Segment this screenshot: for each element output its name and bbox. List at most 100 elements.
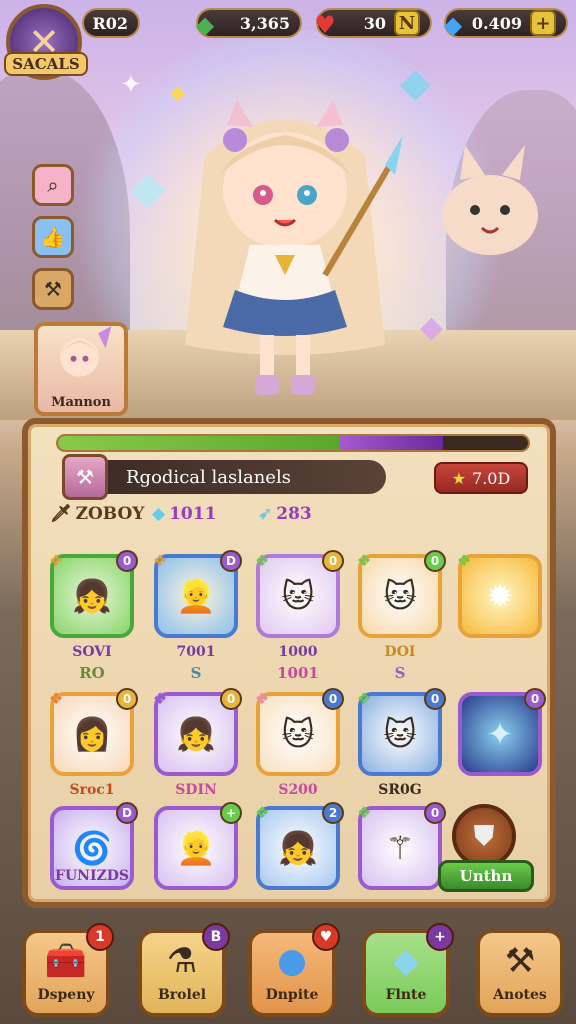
card-level-badge: D — [116, 802, 138, 824]
game-logo-text: SACALS — [4, 52, 88, 76]
currency-value: 3,365 — [239, 13, 290, 33]
card-label: SR0G — [378, 782, 422, 798]
chest-icon: 🧰 — [44, 941, 88, 981]
crystal-shard-icon: ◆ — [130, 160, 166, 214]
energy-burst-icon: ✹ — [486, 577, 514, 615]
staff-icon: ⚚ — [385, 829, 415, 867]
nav-label: Dnpite — [265, 987, 319, 1003]
stat-value: 1011 — [169, 504, 217, 524]
leaf-tag-icon: ❖ — [254, 688, 270, 708]
character-card[interactable]: ❖ 🐱 0 — [357, 688, 446, 776]
potion-icon: ⚗ — [166, 941, 198, 981]
nav-button-crystal[interactable]: ◆ Flnte + — [362, 923, 454, 1017]
nav-label: Anotes — [493, 987, 547, 1003]
thumbs-up-icon: 👍 — [40, 225, 66, 249]
card-label: 7001 — [176, 644, 216, 660]
card-level-badge: 0 — [424, 550, 446, 572]
card-level-badge: 0 — [524, 688, 546, 710]
like-button[interactable]: 👍 — [32, 216, 74, 258]
level-indicator: R02 — [82, 8, 140, 38]
card-label: DOI — [384, 644, 416, 660]
card-level-badge: 0 — [322, 688, 344, 710]
add-hearts-button[interactable]: N — [394, 10, 420, 36]
card-label: FUNIZDS — [55, 868, 129, 884]
red-heart-icon: ♥ — [314, 9, 336, 39]
xp-secondary-fill — [340, 436, 444, 450]
search-button[interactable]: ⌕ — [32, 164, 74, 206]
character-card[interactable]: ✦ 0 — [458, 688, 546, 776]
leaf-tag-icon: ❖ — [356, 688, 372, 708]
panel-title-banner: ⚒ Rgodical laslanels — [62, 454, 386, 500]
leaf-tag-icon: ❖ — [254, 802, 270, 822]
card-label: S200 — [278, 782, 318, 798]
anvil-icon: ⚒ — [504, 941, 536, 981]
panel-title: Rgodical laslanels — [126, 466, 291, 488]
girl-brown-hair-icon: 👧 — [176, 715, 216, 753]
unlock-label: Unthn — [438, 860, 534, 892]
girl-blonde-icon: 👱 — [176, 577, 216, 615]
leaf-tag-icon: ❖ — [456, 550, 472, 570]
sparkle-icon: ✦ — [120, 70, 142, 100]
bottom-nav: 🧰 Dspeny 1 ⚗ Brolel B ● Dnpite ♥ ◆ Flnte… — [0, 915, 576, 1024]
card-level-badge: D — [220, 550, 242, 572]
craft-button[interactable]: ⚒ — [32, 268, 74, 310]
hammer-icon: ⚒ — [62, 454, 108, 500]
card-label: SOVI — [72, 644, 112, 660]
nav-button-chest[interactable]: 🧰 Dspeny 1 — [22, 923, 114, 1017]
xp-progress-bar — [56, 434, 530, 452]
xp-progress-fill — [58, 436, 340, 450]
currency-crystals[interactable]: ◆ 0.409 + — [444, 8, 568, 39]
shield-icon: ⛊ — [452, 804, 516, 868]
leaf-tag-icon: ❖ — [254, 550, 270, 570]
stat-value: 283 — [276, 504, 312, 524]
girl-pink-hair-icon: 👧 — [278, 829, 318, 867]
character-card[interactable]: 👱 + — [154, 802, 242, 890]
unlock-button[interactable]: ⛊ Unthn — [438, 804, 534, 900]
character-card[interactable]: ❖ 👧 2 — [255, 802, 344, 890]
character-card[interactable]: ❖ 👧 0 — [49, 550, 138, 638]
character-card[interactable]: ❖ 👩 0 — [49, 688, 138, 776]
character-portrait[interactable]: Mannon — [34, 322, 128, 416]
girl-dark-hair-icon: 👧 — [72, 577, 112, 615]
notification-badge: + — [426, 923, 454, 951]
crystal-shard-icon: ◆ — [392, 941, 420, 981]
girl-blonde-2-icon: 👱 — [176, 829, 216, 867]
level-text: R02 — [92, 13, 128, 33]
character-card[interactable]: ❖ ⚚ 0 — [357, 802, 446, 890]
swirl-icon: 🌀 — [72, 829, 112, 867]
card-level-badge: 0 — [322, 550, 344, 572]
stars-value: 7.0D — [472, 468, 511, 488]
card-sublabel: 1001 — [277, 664, 319, 682]
leaf-tag-icon: ❖ — [152, 688, 168, 708]
cat-blue-icon: 🐱 — [383, 715, 417, 753]
currency-gems[interactable]: ◆ 3,365 — [196, 8, 302, 39]
top-bar: ✕ SACALS R02 ◆ 3,365 ♥ 30 N ◆ 0.409 + — [0, 0, 576, 80]
card-label: 1000 — [278, 644, 318, 660]
card-level-badge: 0 — [116, 550, 138, 572]
nav-label: Flnte — [385, 987, 427, 1003]
stars-badge[interactable]: ★ 7.0D — [434, 462, 528, 494]
card-sublabel: S — [394, 664, 406, 682]
card-label: Sroc1 — [69, 782, 115, 798]
notification-badge: ♥ — [312, 923, 340, 951]
nav-button-potion[interactable]: ⚗ Brolel B — [138, 923, 230, 1017]
cat-sword-icon: 🐱 — [383, 577, 417, 615]
character-card[interactable]: ❖ 🐱 0 — [255, 688, 344, 776]
nav-button-anvil[interactable]: ⚒ Anotes — [476, 929, 564, 1017]
add-crystals-button[interactable]: + — [530, 10, 556, 36]
character-card[interactable]: ❖ ✹ — [457, 551, 542, 638]
blue-crystal-icon: ◆ — [443, 9, 463, 39]
card-sublabel: S — [190, 664, 202, 682]
character-card[interactable]: ❖ 👧 0 — [153, 688, 242, 776]
leaf-tag-icon: ❖ — [356, 550, 372, 570]
character-card[interactable]: ❖ 🐱 0 — [255, 550, 344, 638]
star-icon: ★ — [451, 468, 467, 488]
nav-button-orb[interactable]: ● Dnpite ♥ — [248, 923, 340, 1017]
character-card[interactable]: ❖ 🐱 0 — [357, 550, 446, 638]
galaxy-icon: ✦ — [486, 715, 514, 753]
character-card[interactable]: ❖ 👱 D — [153, 550, 242, 638]
leaf-tag-icon: ❖ — [356, 802, 372, 822]
currency-hearts[interactable]: ♥ 30 N — [314, 8, 432, 39]
girl-white-hair-icon: 👩 — [72, 715, 112, 753]
sword-icon: 🗡 — [50, 504, 72, 524]
